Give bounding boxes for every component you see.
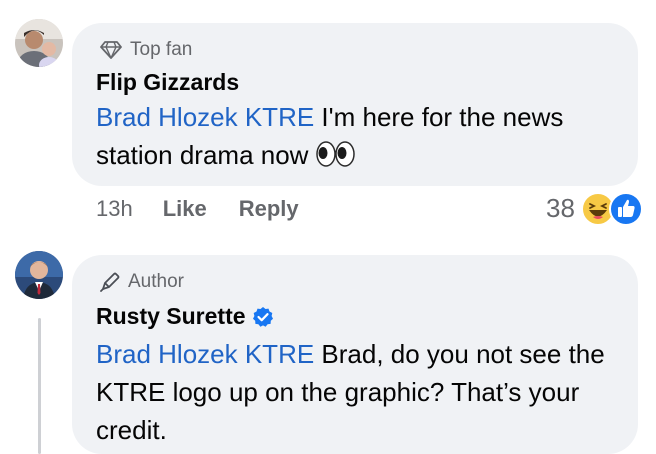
comment-text: Brad Hlozek KTRE Brad, do you not see th… — [96, 335, 626, 449]
like-button[interactable]: Like — [163, 196, 207, 222]
comment-text: Brad Hlozek KTRE I'm here for the news s… — [96, 98, 626, 178]
reply-button[interactable]: Reply — [239, 196, 299, 222]
thread-line — [38, 318, 41, 454]
author-badge[interactable]: Author — [100, 271, 184, 293]
author-name[interactable]: Rusty Surette — [96, 303, 274, 330]
like-reaction-icon — [608, 192, 643, 226]
mention-link[interactable]: Brad Hlozek KTRE — [96, 339, 314, 369]
verified-badge-icon — [252, 306, 273, 327]
reaction-summary[interactable]: 38 — [546, 190, 643, 226]
mention-link[interactable]: Brad Hlozek KTRE — [96, 102, 314, 132]
top-fan-badge[interactable]: Top fan — [100, 39, 192, 61]
badge-label: Top fan — [130, 39, 193, 60]
comment-actions: 13h Like Reply — [96, 196, 331, 222]
author-name-text[interactable]: Rusty Surette — [96, 303, 246, 330]
comment-thread: Top fan Flip Gizzards Brad Hlozek KTRE I… — [0, 0, 656, 454]
avatar[interactable] — [15, 251, 63, 299]
pen-icon — [100, 272, 120, 292]
badge-label: Author — [128, 271, 184, 292]
comment-bubble: Author Rusty Surette Brad Hlozek KTRE Br… — [72, 255, 638, 454]
avatar[interactable] — [15, 19, 63, 67]
timestamp[interactable]: 13h — [96, 196, 133, 222]
author-name[interactable]: Flip Gizzards — [96, 69, 239, 96]
author-name-text[interactable]: Flip Gizzards — [96, 69, 239, 96]
reaction-count: 38 — [546, 192, 575, 223]
eyes-emoji-icon — [315, 140, 356, 178]
reaction-icons — [580, 190, 643, 226]
diamond-icon — [100, 41, 122, 59]
comment-bubble: Top fan Flip Gizzards Brad Hlozek KTRE I… — [72, 23, 638, 186]
